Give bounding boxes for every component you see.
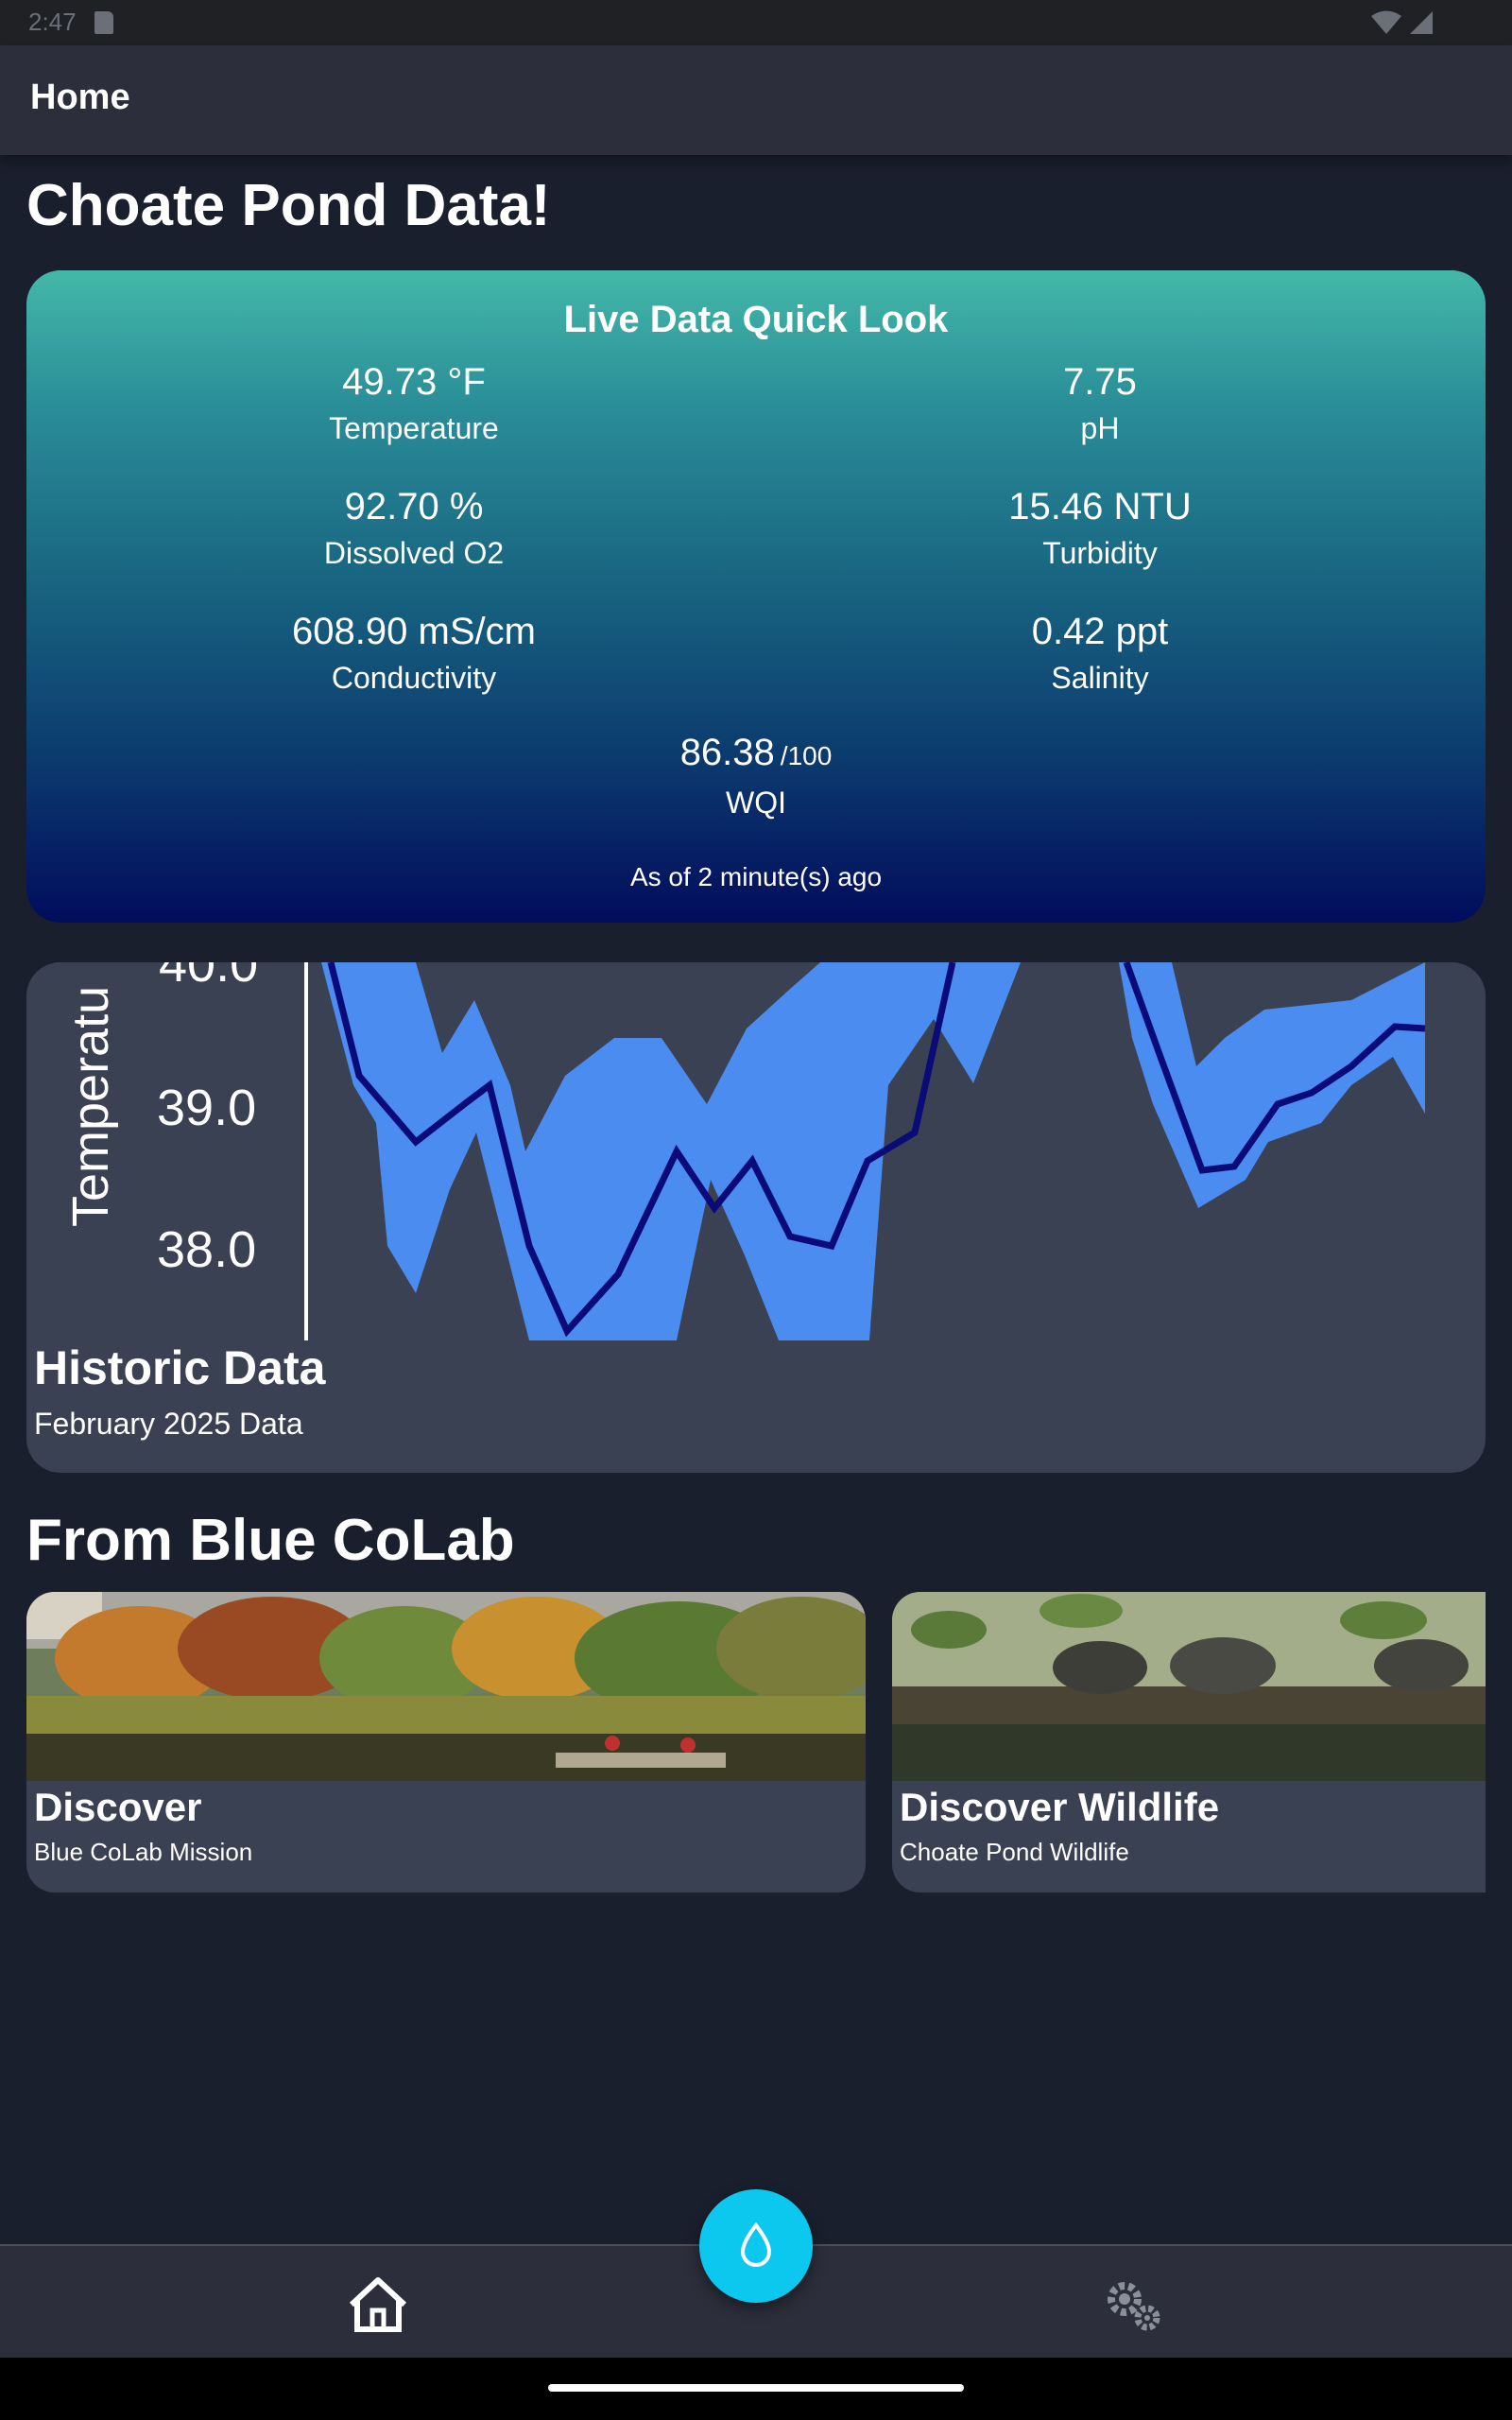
metric-salinity: 0.42 ppt Salinity	[864, 611, 1336, 696]
discover-card-title: Discover Wildlife	[900, 1785, 1220, 1829]
wqi-row: 86.38/100	[520, 732, 992, 774]
discover-card-title: Discover	[34, 1785, 202, 1829]
discover-card[interactable]: Discover Blue CoLab Mission	[26, 1592, 866, 1893]
metric-turbidity: 15.46 NTU Turbidity	[864, 486, 1336, 571]
metric-label: Conductivity	[331, 661, 497, 695]
live-data-card[interactable]: Live Data Quick Look 49.73 °F Temperatur…	[26, 270, 1486, 923]
pond-photo	[26, 1592, 866, 1781]
page-title: Choate Pond Data!	[26, 173, 551, 238]
metric-value: 608.90 mS/cm	[292, 611, 536, 652]
home-icon[interactable]	[344, 2274, 412, 2335]
metric-dissolved-o2: 92.70 % Dissolved O2	[178, 486, 650, 571]
sd-card-icon	[94, 11, 113, 34]
chart-axis-label: Temperatu	[62, 986, 119, 1227]
updated-timestamp: As of 2 minute(s) ago	[629, 862, 883, 891]
section-title: From Blue CoLab	[26, 1508, 515, 1573]
metric-conductivity: 608.90 mS/cm Conductivity	[178, 611, 650, 696]
gesture-handle[interactable]	[548, 2384, 964, 2392]
discover-card-subtitle: Choate Pond Wildlife	[900, 1838, 1129, 1866]
turtles-photo	[892, 1592, 1486, 1781]
water-drop-fab[interactable]	[699, 2189, 813, 2303]
wifi-icon	[1371, 10, 1401, 34]
status-time: 2:47	[28, 8, 77, 36]
app-bar: Home	[0, 45, 1512, 155]
metric-label: Dissolved O2	[323, 536, 505, 570]
metric-label: Salinity	[1051, 661, 1149, 695]
signal-icon	[1410, 11, 1433, 34]
metric-temperature: 49.73 °F Temperature	[178, 361, 650, 446]
wqi-value: 86.38	[679, 732, 775, 773]
metric-value: 15.46 NTU	[1008, 486, 1192, 527]
metric-label: Turbidity	[1042, 536, 1158, 570]
metric-label: WQI	[726, 786, 786, 820]
discover-wildlife-card[interactable]: Discover Wildlife Choate Pond Wildlife	[892, 1592, 1486, 1893]
metric-value: 0.42 ppt	[1031, 611, 1169, 652]
gesture-area	[0, 2358, 1512, 2420]
app-bar-title: Home	[30, 78, 130, 117]
chart-tick-label: 39.0	[157, 1080, 256, 1136]
metric-ph: 7.75 pH	[864, 361, 1336, 446]
historic-subtitle: February 2025 Data	[34, 1407, 303, 1441]
settings-icon[interactable]	[1100, 2274, 1168, 2335]
metric-label: pH	[1080, 411, 1120, 445]
historic-title: Historic Data	[34, 1341, 326, 1394]
discover-card-subtitle: Blue CoLab Mission	[34, 1838, 253, 1866]
chart-tick-label: 38.0	[157, 1221, 256, 1278]
status-bar: 2:47	[0, 0, 1512, 45]
water-drop-icon	[740, 2221, 772, 2267]
historic-data-card[interactable]: 40.0 39.0 38.0 Temperatu Historic Data F…	[26, 962, 1486, 1473]
metric-wqi: 86.38/100 WQI	[520, 732, 992, 821]
metric-value: 49.73 °F	[342, 361, 486, 403]
chart-tick-label: 40.0	[159, 962, 258, 993]
metric-value: 7.75	[1063, 361, 1137, 403]
metric-value: 92.70 %	[344, 486, 484, 527]
live-data-title: Live Data Quick Look	[563, 299, 949, 340]
metric-label: Temperature	[329, 411, 499, 445]
historic-chart-preview: 40.0 39.0 38.0 Temperatu	[26, 962, 1486, 1340]
wqi-max: /100	[780, 741, 833, 770]
